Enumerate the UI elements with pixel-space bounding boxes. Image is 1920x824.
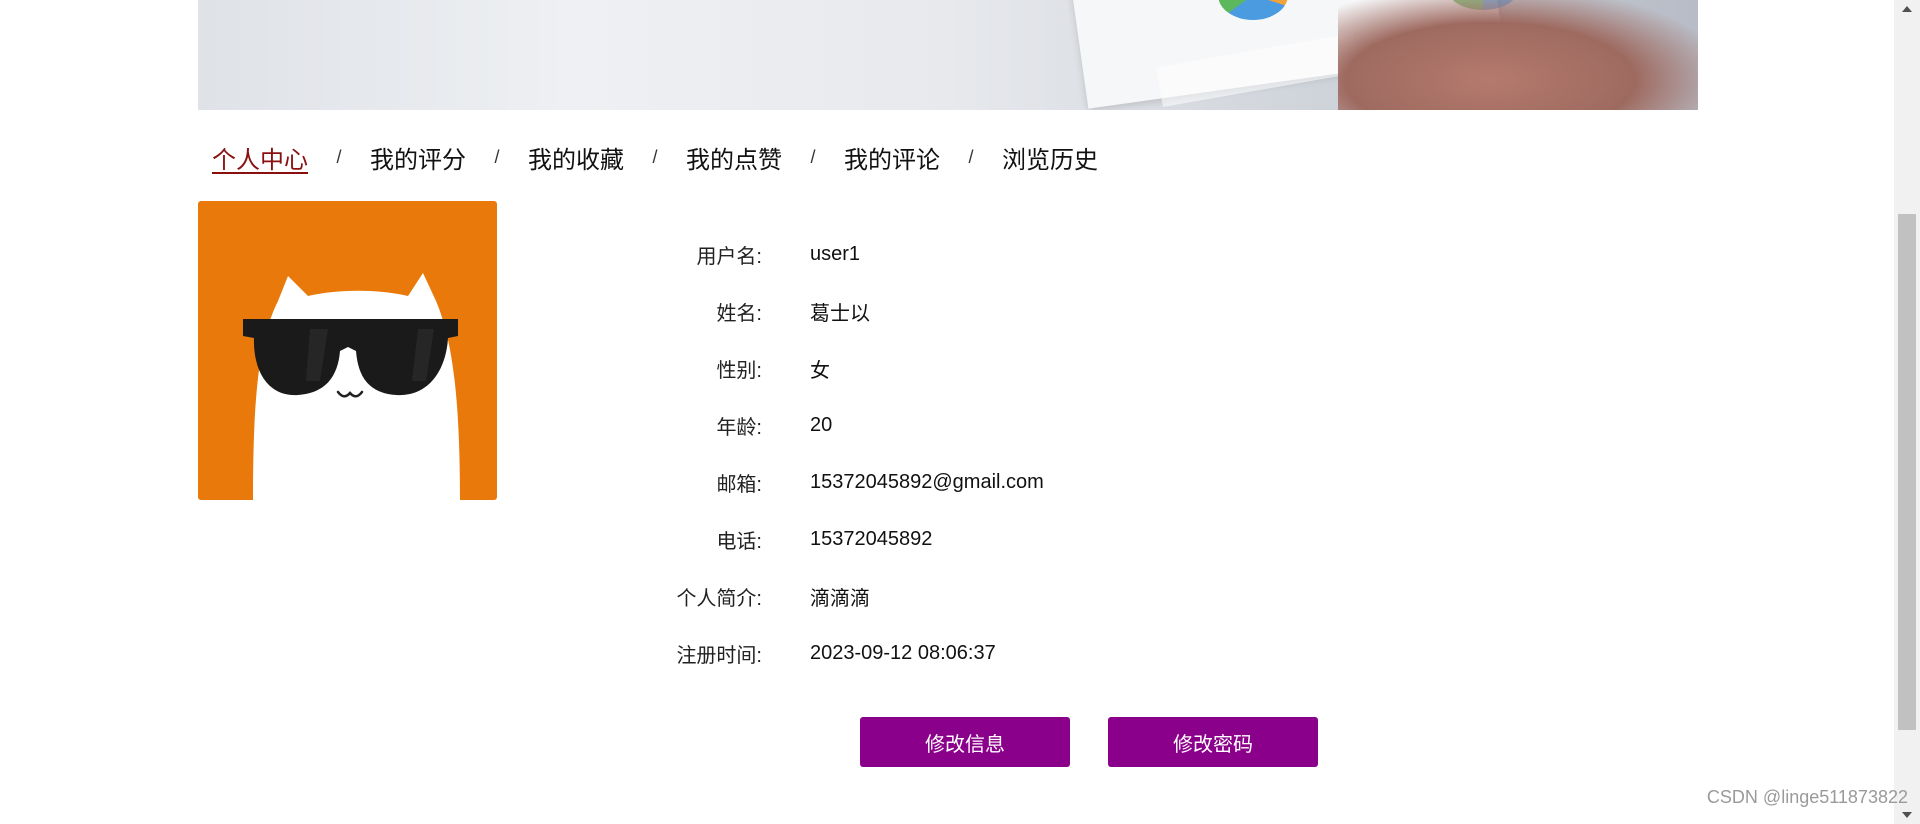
nav-separator: /: [810, 146, 816, 167]
field-label: 性别:: [716, 360, 762, 382]
profile-row-gender: 性别: 女: [600, 340, 1300, 397]
nav-separator: /: [336, 146, 342, 167]
field-value: 女: [810, 360, 830, 382]
vertical-scrollbar[interactable]: [1894, 0, 1920, 824]
profile-row-age: 年龄: 20: [600, 397, 1300, 454]
field-label: 邮箱:: [716, 474, 762, 496]
profile-row-username: 用户名: user1: [600, 226, 1300, 283]
banner-image: [198, 0, 1698, 110]
field-value: user1: [810, 243, 861, 265]
nav-item-my-favorites[interactable]: 我的收藏: [528, 140, 624, 175]
change-password-button[interactable]: 修改密码: [1108, 717, 1318, 767]
profile-nav: 个人中心 / 我的评分 / 我的收藏 / 我的点赞 / 我的评论 / 浏览历史: [212, 140, 1098, 174]
field-value: 滴滴滴: [810, 588, 870, 610]
nav-item-my-ratings[interactable]: 我的评分: [370, 140, 466, 175]
profile-info: 用户名: user1 姓名: 葛士以 性别: 女 年龄: 20 邮箱: 1537…: [600, 226, 1300, 682]
profile-row-email: 邮箱: 15372045892@gmail.com: [600, 454, 1300, 511]
field-value: 2023-09-12 08:06:37: [810, 642, 996, 664]
field-value: 15372045892: [810, 528, 933, 550]
watermark: CSDN @linge511873822: [1706, 787, 1908, 807]
field-label: 年龄:: [716, 417, 762, 439]
nav-item-my-likes[interactable]: 我的点赞: [686, 140, 782, 175]
nav-separator: /: [652, 146, 658, 167]
field-label: 注册时间:: [676, 645, 762, 667]
profile-row-register-time: 注册时间: 2023-09-12 08:06:37: [600, 625, 1300, 682]
field-label: 用户名:: [696, 246, 762, 268]
field-label: 个人简介:: [676, 588, 762, 610]
nav-item-browse-history[interactable]: 浏览历史: [1002, 140, 1098, 175]
profile-page: 个人中心 / 我的评分 / 我的收藏 / 我的点赞 / 我的评论 / 浏览历史 …: [0, 0, 1920, 824]
scroll-thumb[interactable]: [1898, 214, 1916, 730]
nav-separator: /: [968, 146, 974, 167]
nav-item-my-comments[interactable]: 我的评论: [844, 140, 940, 175]
profile-row-bio: 个人简介: 滴滴滴: [600, 568, 1300, 625]
edit-info-button[interactable]: 修改信息: [860, 717, 1070, 767]
profile-row-phone: 电话: 15372045892: [600, 511, 1300, 568]
field-value: 葛士以: [810, 303, 870, 325]
field-value: 15372045892@gmail.com: [810, 471, 1044, 493]
field-value: 20: [810, 414, 833, 436]
scroll-up-arrow-icon[interactable]: [1902, 6, 1912, 12]
profile-row-name: 姓名: 葛士以: [600, 283, 1300, 340]
scroll-down-arrow-icon[interactable]: [1902, 812, 1912, 818]
nav-separator: /: [494, 146, 500, 167]
cat-with-sunglasses-icon: [243, 273, 460, 500]
nav-item-personal-center[interactable]: 个人中心: [212, 140, 308, 175]
avatar: [198, 201, 497, 500]
field-label: 电话:: [716, 531, 762, 553]
field-label: 姓名:: [716, 303, 762, 325]
